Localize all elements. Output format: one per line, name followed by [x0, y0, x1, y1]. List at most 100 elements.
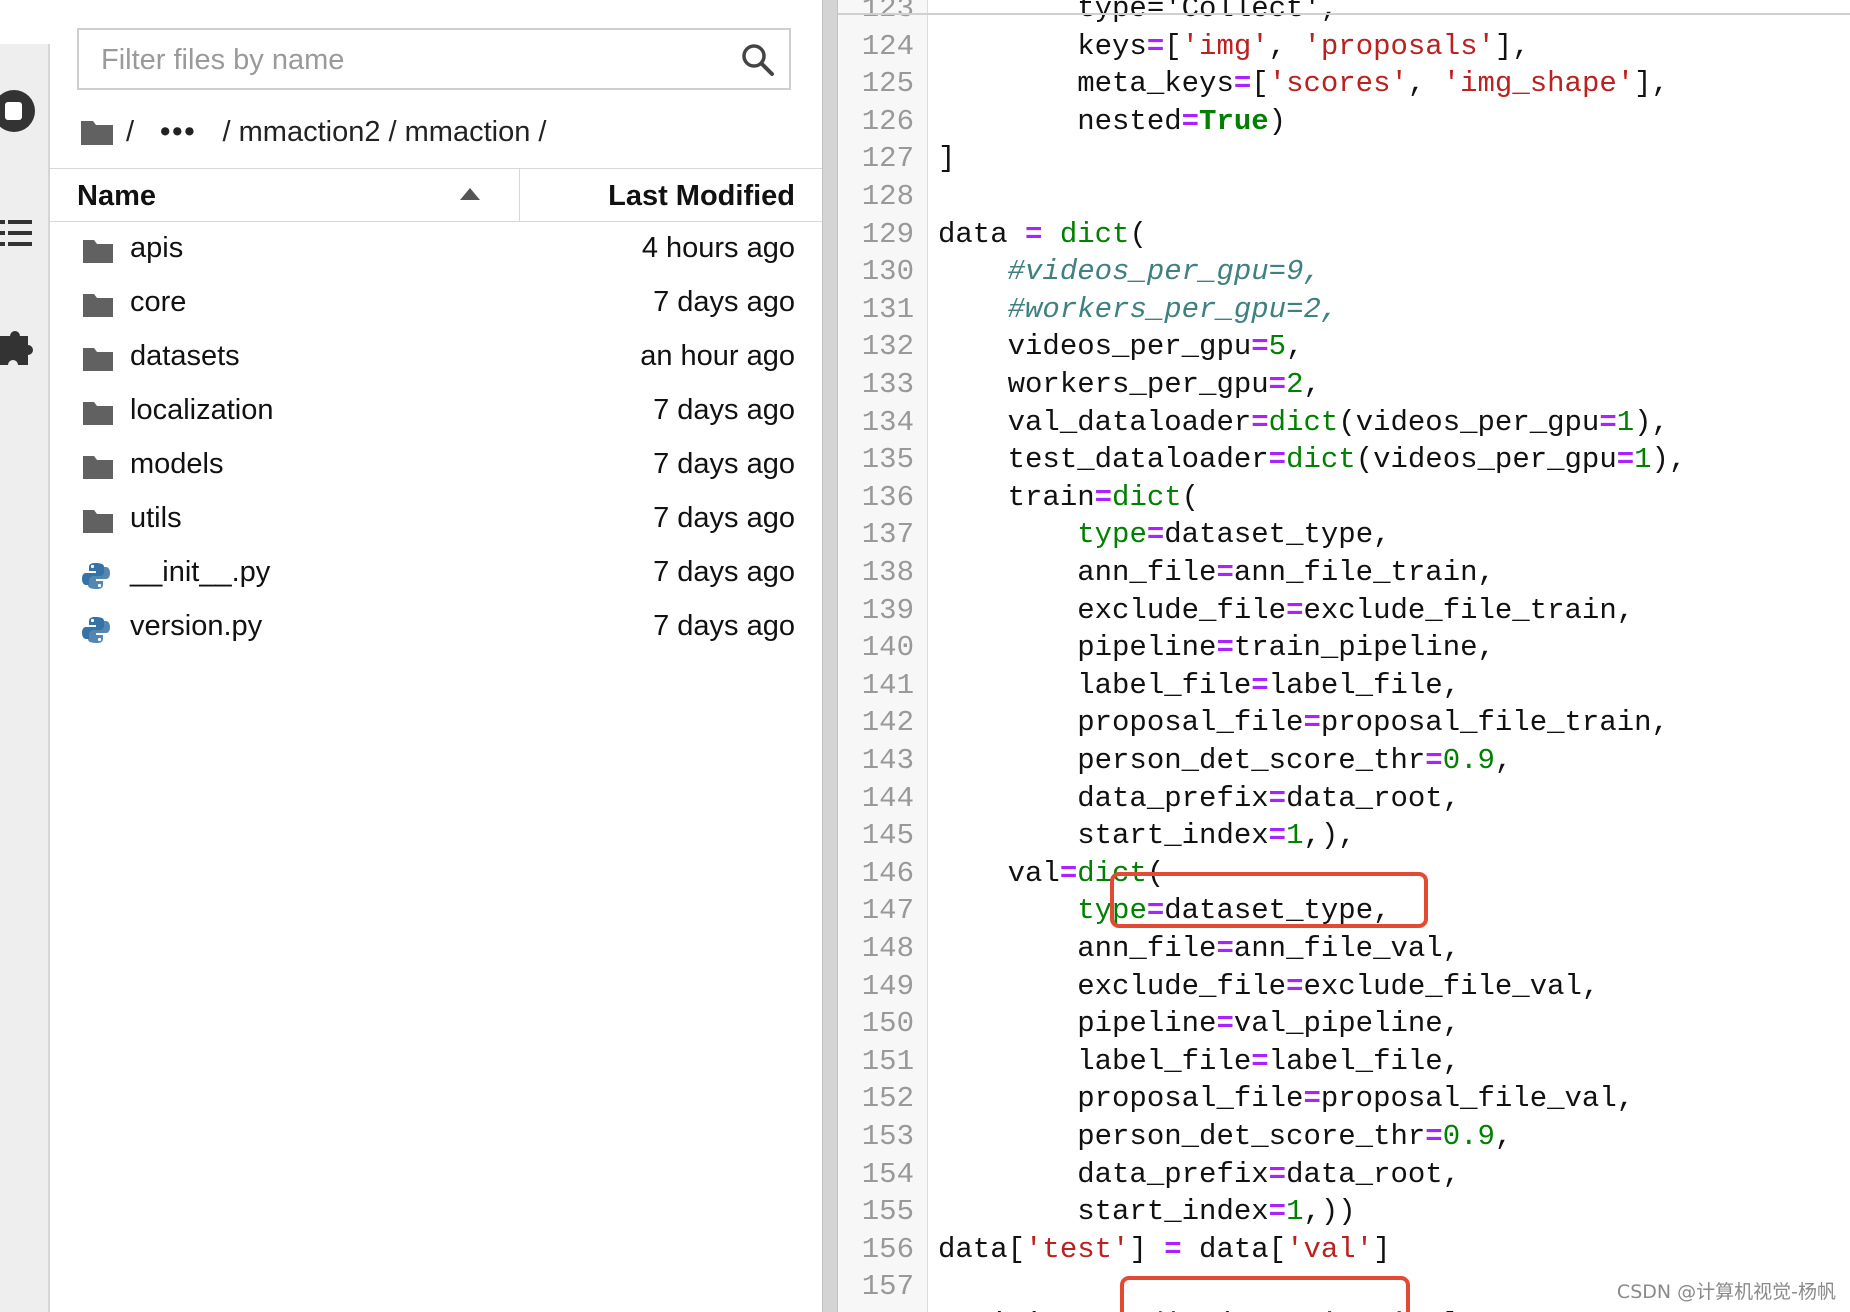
filter-files-input[interactable] — [99, 38, 723, 82]
code-line[interactable]: 148 ann_file=ann_file_val, — [838, 930, 1850, 967]
code-token: 1 — [1616, 405, 1635, 439]
code-token: = — [1216, 556, 1234, 589]
file-name: datasets — [130, 340, 240, 372]
code-token: = — [1425, 1120, 1443, 1153]
code-line[interactable]: 136 train=dict( — [838, 479, 1850, 516]
code-line[interactable]: 156 data['test'] = data['val'] — [838, 1231, 1850, 1268]
file-list-item[interactable]: utils 7 days ago — [50, 494, 822, 548]
code-token: data_root, — [1286, 781, 1461, 815]
line-code: start_index=1,)) — [938, 1193, 1355, 1230]
line-number: 156 — [861, 1232, 914, 1266]
code-line[interactable]: 151 label_file=label_file, — [838, 1043, 1850, 1080]
line-code: pipeline=train_pipeline, — [938, 629, 1495, 666]
code-line[interactable]: 127] — [838, 140, 1850, 177]
code-line[interactable]: 144 data_prefix=data_root, — [838, 780, 1850, 817]
code-token: exclude_file — [938, 593, 1287, 627]
code-line[interactable]: 132 videos_per_gpu=5, — [838, 328, 1850, 365]
code-line[interactable]: 128 — [838, 178, 1850, 215]
code-line[interactable]: 135 test_dataloader=dict(videos_per_gpu=… — [838, 441, 1850, 478]
code-token: = — [1268, 1157, 1287, 1191]
code-token: = — [1094, 480, 1113, 514]
code-token: = — [1251, 1044, 1269, 1078]
code-token: , — [1303, 368, 1321, 401]
code-line[interactable]: 139 exclude_file=exclude_file_train, — [838, 592, 1850, 629]
extension-puzzle-icon[interactable] — [0, 326, 40, 372]
breadcrumb-path[interactable]: / mmaction2 / mmaction / — [223, 116, 547, 149]
sort-ascending-icon[interactable] — [460, 188, 480, 202]
code-token: = — [1268, 368, 1287, 401]
code-line[interactable]: 133 workers_per_gpu=2, — [838, 366, 1850, 403]
file-name: localization — [130, 394, 274, 426]
code-line[interactable]: 131 #workers_per_gpu=2, — [838, 291, 1850, 328]
line-number: 128 — [861, 180, 914, 213]
code-token: = — [1303, 706, 1321, 740]
code-line[interactable]: 125 meta_keys=['scores', 'img_shape'], — [838, 65, 1850, 102]
file-list-item[interactable]: __init__.py 7 days ago — [50, 548, 822, 602]
table-of-contents-icon[interactable] — [0, 214, 40, 254]
panel-splitter[interactable] — [822, 0, 838, 1312]
file-list-item[interactable]: models 7 days ago — [50, 440, 822, 494]
file-list-item[interactable]: apis 4 hours ago — [50, 224, 822, 278]
code-token: ] — [1373, 1232, 1391, 1266]
code-line[interactable]: 150 pipeline=val_pipeline, — [838, 1005, 1850, 1042]
breadcrumb: / ••• / mmaction2 / mmaction / — [80, 112, 546, 152]
line-number: 150 — [861, 1007, 914, 1041]
line-code: proposal_file=proposal_file_train, — [938, 704, 1669, 741]
folder-home-icon[interactable] — [80, 118, 114, 146]
code-editor[interactable]: 123 type='Collect', 124 keys=['img', 'pro… — [838, 0, 1850, 1312]
line-number: 130 — [861, 255, 914, 289]
code-line[interactable]: 143 person_det_score_thr=0.9, — [838, 742, 1850, 779]
code-token: data_prefix — [938, 1157, 1269, 1191]
code-line[interactable]: 142 proposal_file=proposal_file_train, — [838, 704, 1850, 741]
code-token: = — [1773, 1308, 1790, 1312]
code-line[interactable]: 141 label_file=label_file, — [838, 667, 1850, 704]
code-token: person_det_score_thr — [938, 744, 1426, 777]
column-header-name[interactable]: Name — [50, 169, 520, 221]
file-list-item[interactable]: datasets an hour ago — [50, 332, 822, 386]
code-line[interactable]: 145 start_index=1,), — [838, 817, 1850, 854]
code-token: proposal_file_train, — [1320, 706, 1669, 740]
code-line[interactable]: 153 person_det_score_thr=0.9, — [838, 1118, 1850, 1155]
code-line[interactable]: 154 data_prefix=data_root, — [838, 1156, 1850, 1193]
code-line[interactable]: 155 start_index=1,)) — [838, 1193, 1850, 1230]
breadcrumb-ellipsis[interactable]: ••• — [160, 116, 196, 149]
activity-bar-top — [0, 0, 48, 44]
code-token: ] — [1129, 1232, 1165, 1266]
code-line[interactable]: 152 proposal_file=proposal_file_val, — [838, 1080, 1850, 1117]
line-code: ] — [938, 140, 955, 177]
code-line[interactable]: 124 keys=['img', 'proposals'], — [838, 28, 1850, 65]
code-line[interactable]: 138 ann_file=ann_file_train, — [838, 554, 1850, 591]
file-list-item[interactable]: core 7 days ago — [50, 278, 822, 332]
code-line[interactable]: 134 val_dataloader=dict(videos_per_gpu=1… — [838, 404, 1850, 441]
line-code: ann_file=ann_file_train, — [938, 554, 1495, 591]
file-list-item[interactable]: localization 7 days ago — [50, 386, 822, 440]
code-line[interactable]: 137 type=dataset_type, — [838, 516, 1850, 553]
code-token: ], — [1494, 29, 1530, 63]
search-icon[interactable] — [741, 43, 775, 77]
folder-icon — [82, 346, 114, 377]
code-token: proposal_file — [938, 1082, 1304, 1116]
running-stop-icon[interactable] — [0, 86, 40, 136]
line-code: data = dict( — [938, 216, 1147, 253]
code-token: ( — [1129, 217, 1147, 251]
line-number: 153 — [861, 1120, 914, 1153]
code-token: = — [1478, 1308, 1495, 1312]
line-number: 155 — [861, 1195, 914, 1229]
code-line[interactable]: 149 exclude_file=exclude_file_val, — [838, 968, 1850, 1005]
code-token: ann_file — [938, 932, 1217, 965]
code-line[interactable]: 140 pipeline=train_pipeline, — [838, 629, 1850, 666]
code-line[interactable]: 130 #videos_per_gpu=9, — [838, 253, 1850, 290]
column-header-last-modified[interactable]: Last Modified — [608, 180, 795, 213]
file-list-item[interactable]: version.py 7 days ago — [50, 602, 822, 656]
file-list: apis 4 hours ago core 7 days ago datasets an … — [50, 224, 822, 656]
code-token: dict — [1268, 405, 1339, 439]
code-token: ,), — [1303, 819, 1356, 853]
code-line[interactable]: 129 data = dict( — [838, 216, 1850, 253]
line-number: 132 — [861, 330, 914, 364]
code-line[interactable]: 126 nested=True) — [838, 103, 1850, 140]
code-token: = — [1233, 67, 1252, 101]
line-number: 146 — [861, 856, 914, 890]
line-code: exclude_file=exclude_file_train, — [938, 592, 1634, 629]
line-code: videos_per_gpu=5, — [938, 328, 1304, 365]
